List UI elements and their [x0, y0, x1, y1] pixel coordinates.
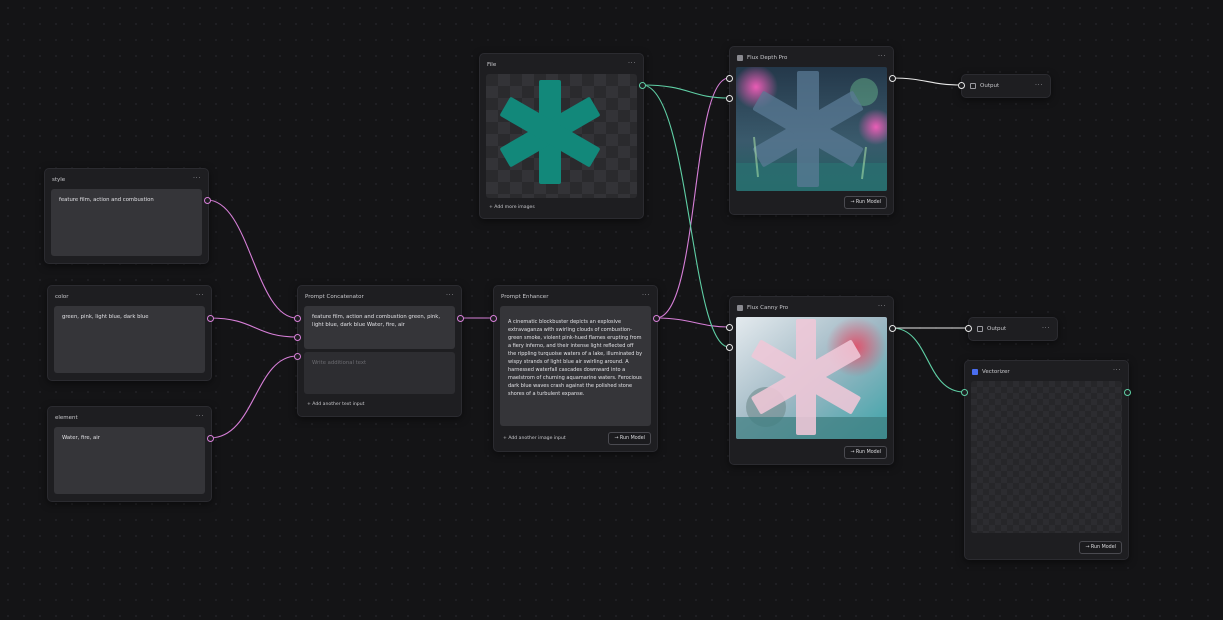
enhancer-output-port[interactable]	[653, 315, 660, 322]
vectorizer-icon	[972, 369, 978, 375]
more-icon[interactable]: ···	[196, 412, 204, 420]
node-title: Flux Canny Pro	[737, 305, 788, 311]
wire-style-concat	[206, 199, 298, 319]
prompt-concatenator-node[interactable]: Prompt Concatenator ··· feature film, ac…	[297, 285, 462, 417]
output-node-1[interactable]: Output ···	[961, 74, 1051, 98]
concat-input-port-1[interactable]	[294, 315, 301, 322]
node-title: Output	[970, 83, 999, 89]
add-text-input-link[interactable]: + Add another text input	[307, 402, 364, 407]
wire-element-concat	[209, 355, 298, 439]
add-more-images-link[interactable]: + Add more images	[489, 205, 535, 210]
color-node[interactable]: color ··· green, pink, light blue, dark …	[47, 285, 212, 381]
more-icon[interactable]: ···	[642, 291, 650, 299]
canny-output-port[interactable]	[889, 325, 896, 332]
node-title-label: Flux Depth Pro	[747, 55, 788, 61]
more-icon[interactable]: ···	[1042, 324, 1050, 332]
wire-enhancer-canny	[655, 317, 730, 328]
more-icon[interactable]: ···	[1113, 366, 1121, 374]
more-icon[interactable]: ···	[878, 52, 886, 60]
node-title: color	[55, 294, 69, 300]
node-title: style	[52, 177, 66, 183]
depth-output-port[interactable]	[889, 75, 896, 82]
canny-render-image	[736, 317, 887, 439]
element-node[interactable]: element ··· Water, fire, air	[47, 406, 212, 502]
run-model-button[interactable]: → Run Model	[608, 432, 651, 445]
flux-depth-pro-node[interactable]: Flux Depth Pro ··· → Run Model	[729, 46, 894, 215]
depth-input-port-image[interactable]	[726, 95, 733, 102]
wire-enhancer-depth	[655, 77, 730, 319]
add-image-input-label: Add another image input	[508, 436, 566, 441]
element-text[interactable]: Water, fire, air	[54, 427, 205, 494]
more-icon[interactable]: ···	[196, 291, 204, 299]
run-model-button[interactable]: → Run Model	[844, 446, 887, 459]
asterisk-image	[500, 80, 600, 184]
node-title: Output	[977, 326, 1006, 332]
node-title: element	[55, 415, 78, 421]
more-icon[interactable]: ···	[878, 302, 886, 310]
depth-render-image	[736, 67, 887, 191]
output-1-input-port[interactable]	[958, 82, 965, 89]
more-icon[interactable]: ···	[628, 59, 636, 67]
vectorizer-input-port[interactable]	[961, 389, 968, 396]
output-2-input-port[interactable]	[965, 325, 972, 332]
wire-depth-output	[891, 77, 962, 86]
file-node[interactable]: File ··· + Add more images	[479, 53, 644, 219]
node-title: Vectorizer	[972, 369, 1010, 375]
node-title: Prompt Concatenator	[305, 294, 364, 300]
style-text[interactable]: feature film, action and combustion	[51, 189, 202, 256]
run-model-button[interactable]: → Run Model	[1079, 541, 1122, 554]
node-title: Flux Depth Pro	[737, 55, 787, 61]
model-icon	[737, 55, 743, 61]
canny-input-port-image[interactable]	[726, 344, 733, 351]
more-icon[interactable]: ···	[193, 174, 201, 182]
enhanced-prompt-text[interactable]: A cinematic blockbuster depicts an explo…	[500, 306, 651, 426]
depth-input-port-prompt[interactable]	[726, 75, 733, 82]
prompt-enhancer-node[interactable]: Prompt Enhancer ··· A cinematic blockbus…	[493, 285, 658, 452]
image-icon	[977, 326, 983, 332]
run-model-button[interactable]: → Run Model	[844, 196, 887, 209]
node-title-label: Flux Canny Pro	[747, 305, 789, 311]
vectorizer-output-port[interactable]	[1124, 389, 1131, 396]
node-title: Prompt Enhancer	[501, 294, 549, 300]
additional-text-input[interactable]: Write additional text	[304, 352, 455, 394]
canny-input-port-prompt[interactable]	[726, 324, 733, 331]
node-title: File	[487, 62, 497, 68]
more-icon[interactable]: ···	[446, 291, 454, 299]
node-title-label: Output	[987, 326, 1007, 332]
file-image-preview	[486, 74, 637, 198]
node-title-label: Vectorizer	[982, 369, 1010, 375]
wire-file-depth	[641, 84, 730, 99]
color-text[interactable]: green, pink, light blue, dark blue	[54, 306, 205, 373]
style-output-port[interactable]	[204, 197, 211, 204]
vectorizer-node[interactable]: Vectorizer ··· → Run Model	[964, 360, 1129, 560]
wire-color-concat	[209, 317, 298, 338]
enhancer-input-port[interactable]	[490, 315, 497, 322]
output-node-2[interactable]: Output ···	[968, 317, 1058, 341]
image-icon	[970, 83, 976, 89]
concat-input-port-3[interactable]	[294, 353, 301, 360]
style-node[interactable]: style ··· feature film, action and combu…	[44, 168, 209, 264]
color-output-port[interactable]	[207, 315, 214, 322]
more-icon[interactable]: ···	[1035, 81, 1043, 89]
concat-output-port[interactable]	[457, 315, 464, 322]
element-output-port[interactable]	[207, 435, 214, 442]
flux-canny-pro-node[interactable]: Flux Canny Pro ··· → Run Model	[729, 296, 894, 465]
node-title-label: Output	[980, 83, 1000, 89]
concat-text[interactable]: feature film, action and combustion gree…	[304, 306, 455, 349]
vectorizer-preview	[971, 381, 1122, 533]
concat-input-port-2[interactable]	[294, 334, 301, 341]
canny-output-image	[736, 317, 887, 439]
add-image-input-link[interactable]: + Add another image input	[503, 436, 566, 441]
model-icon	[737, 305, 743, 311]
file-output-port[interactable]	[639, 82, 646, 89]
wire-canny-vectorizer	[891, 327, 965, 393]
depth-output-image	[736, 67, 887, 191]
